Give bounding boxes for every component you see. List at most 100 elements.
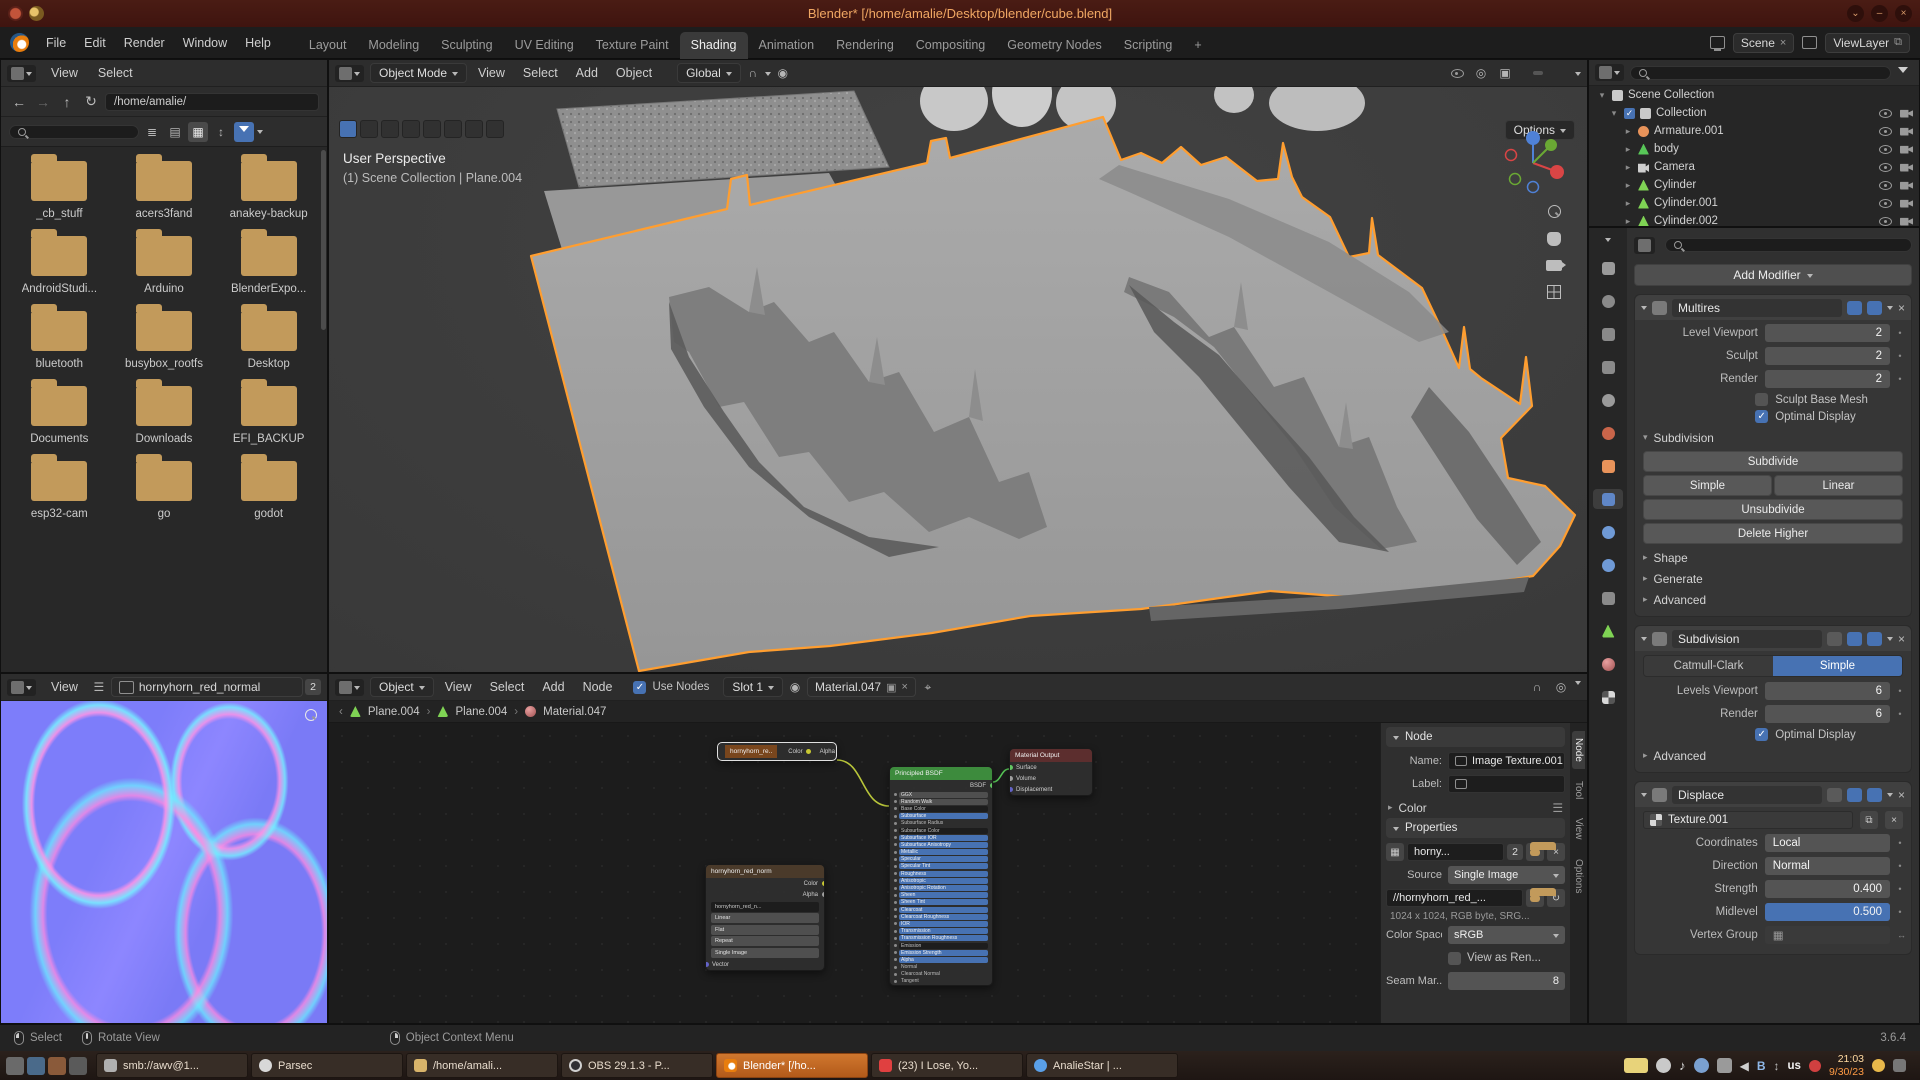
- unsubdivide-button[interactable]: Unsubdivide: [1643, 499, 1903, 520]
- outliner-search-input[interactable]: [1630, 66, 1891, 80]
- image-datablock-selector[interactable]: hornyhorn_red_normal: [111, 677, 303, 697]
- normal-map-canvas[interactable]: [1, 701, 327, 1023]
- bsdf-input-row[interactable]: Anisotropic Rotation: [890, 884, 992, 891]
- taskbar-window-smb[interactable]: smb://awv@1...: [96, 1053, 248, 1078]
- breadcrumb-material[interactable]: Material.047: [543, 706, 606, 718]
- expand-icon[interactable]: ▸: [1623, 198, 1633, 209]
- up-button[interactable]: ↑: [57, 94, 77, 110]
- scene-unlink-icon[interactable]: ×: [1780, 37, 1786, 49]
- extras-chevron-icon[interactable]: [1887, 306, 1893, 313]
- render-camera-icon[interactable]: [1900, 145, 1913, 154]
- sculpt-level-field[interactable]: 2: [1765, 347, 1890, 365]
- browse-material-icon[interactable]: ◉: [785, 677, 805, 697]
- image-name-field[interactable]: hornyhorn_red_n...: [711, 902, 819, 912]
- node-principled-bsdf[interactable]: Principled BSDF BSDF GGX Random Walk Bas…: [889, 766, 993, 986]
- color-socket[interactable]: [822, 881, 826, 886]
- forward-button[interactable]: →: [33, 94, 53, 110]
- notification-badge[interactable]: [1809, 1060, 1821, 1072]
- zoom-icon[interactable]: [305, 709, 317, 721]
- bsdf-input-row[interactable]: Normal: [890, 964, 992, 971]
- workspace-tab[interactable]: Sculpting: [430, 32, 503, 59]
- bsdf-input-row[interactable]: Specular Tint: [890, 863, 992, 870]
- texture-copy-button[interactable]: ⧉: [1860, 811, 1878, 829]
- interpolation-dropdown[interactable]: Linear: [711, 913, 819, 923]
- tool-move-icon[interactable]: [444, 120, 462, 138]
- workspace-tab[interactable]: Shading: [680, 32, 748, 59]
- scene-selector[interactable]: Scene×: [1733, 33, 1794, 53]
- tab-render[interactable]: [1598, 291, 1618, 311]
- image-users-count[interactable]: 2: [1507, 844, 1523, 860]
- clock[interactable]: 21:03 9/30/23: [1829, 1053, 1864, 1078]
- node-material-output[interactable]: Material Output Surface Volume Displacem…: [1009, 748, 1093, 796]
- taskbar-window-obs[interactable]: OBS 29.1.3 - P...: [561, 1053, 713, 1078]
- tab-physics[interactable]: [1598, 555, 1618, 575]
- workspace-tab[interactable]: Geometry Nodes: [996, 32, 1112, 59]
- outliner-row-scene-collection[interactable]: ▾ Scene Collection: [1589, 86, 1919, 104]
- modifier-header[interactable]: Displace ×: [1635, 782, 1911, 807]
- file-browser-scrollbar[interactable]: [321, 150, 326, 330]
- volume-socket[interactable]: [1009, 776, 1013, 781]
- expand-icon[interactable]: ▸: [1623, 144, 1633, 155]
- network-updown-icon[interactable]: ↕: [1774, 1059, 1780, 1073]
- menu-item[interactable]: Render: [115, 33, 174, 53]
- subdivide-linear-button[interactable]: Linear: [1774, 475, 1903, 496]
- shading-options-chevron[interactable]: [1575, 72, 1581, 79]
- bsdf-socket[interactable]: [990, 783, 994, 788]
- bsdf-input-row[interactable]: Tangent: [890, 978, 992, 985]
- toggle-xray-icon[interactable]: ▣: [1495, 63, 1515, 83]
- bsdf-input-row[interactable]: Clearcoat: [890, 906, 992, 913]
- catmull-clark-button[interactable]: Catmull-Clark: [1644, 656, 1773, 676]
- levels-viewport-field[interactable]: 6: [1765, 682, 1890, 700]
- modifier-name[interactable]: Multires: [1672, 299, 1842, 317]
- overlays-icon[interactable]: ◎: [1551, 677, 1571, 697]
- use-nodes-checkbox[interactable]: ✓: [633, 681, 646, 694]
- folder-item[interactable]: Downloads: [112, 386, 217, 445]
- properties-search-input[interactable]: [1665, 238, 1912, 252]
- node-section-header[interactable]: Node: [1386, 727, 1565, 747]
- blender-logo-icon[interactable]: [10, 33, 29, 52]
- hide-eye-icon[interactable]: [1879, 127, 1892, 136]
- tab-node[interactable]: Node: [1572, 731, 1585, 769]
- color-section-header[interactable]: ▸Color☰: [1386, 797, 1565, 818]
- tab-modifiers[interactable]: [1593, 489, 1623, 509]
- folder-item[interactable]: _cb_stuff: [7, 161, 112, 220]
- bsdf-input-row[interactable]: Metallic: [890, 849, 992, 856]
- tab-view-layer[interactable]: [1598, 357, 1618, 377]
- vertex-group-field[interactable]: ▦: [1765, 926, 1890, 944]
- menu-item[interactable]: File: [37, 33, 75, 53]
- optimal-display-checkbox[interactable]: ✓: [1755, 410, 1768, 423]
- music-tray-icon[interactable]: ♪: [1679, 1058, 1686, 1073]
- bsdf-input-row[interactable]: Subsurface Color: [890, 827, 992, 834]
- headset-tray-icon[interactable]: [1656, 1058, 1671, 1073]
- filepath-field[interactable]: //hornyhorn_red_...: [1386, 889, 1523, 907]
- hide-eye-icon[interactable]: [1879, 217, 1892, 226]
- expand-icon[interactable]: ▸: [1623, 126, 1633, 137]
- display-horizontal-list-button[interactable]: ▤: [165, 122, 185, 142]
- tool-select-lasso-icon[interactable]: [402, 120, 420, 138]
- bsdf-input-row[interactable]: Sheen Tint: [890, 899, 992, 906]
- bsdf-input-row[interactable]: GGX: [890, 791, 992, 798]
- folder-item[interactable]: godot: [216, 461, 321, 520]
- tool-tweak-icon[interactable]: [339, 120, 357, 138]
- material-unlink-icon[interactable]: ×: [901, 681, 907, 693]
- color-socket[interactable]: [806, 749, 811, 754]
- orientation-dropdown[interactable]: Global: [677, 63, 741, 83]
- taskbar-window-blender[interactable]: Blender* [/ho...: [716, 1053, 868, 1078]
- menu-item[interactable]: Add: [567, 63, 607, 83]
- modifier-header[interactable]: Subdivision ×: [1635, 626, 1911, 651]
- outliner-filter-button[interactable]: [1893, 63, 1913, 83]
- tab-tool[interactable]: [1598, 258, 1618, 278]
- filter-options-chevron[interactable]: [257, 130, 263, 137]
- file-search-input[interactable]: [9, 125, 139, 139]
- node-image-texture-2[interactable]: hornyhorn_red_norm Color Alpha hornyhorn…: [705, 864, 825, 971]
- material-datablock-selector[interactable]: Material.047 ▣ ×: [807, 677, 916, 697]
- modifier-header[interactable]: Multires ×: [1635, 295, 1911, 320]
- network-globe-icon[interactable]: [1694, 1058, 1709, 1073]
- pan-hand-icon[interactable]: [1547, 232, 1561, 246]
- tab-output[interactable]: [1598, 324, 1618, 344]
- render-camera-icon[interactable]: [1900, 217, 1913, 226]
- tab-world[interactable]: [1598, 423, 1618, 443]
- outliner-row-cylinder-002[interactable]: ▸ Cylinder.002: [1589, 212, 1919, 227]
- extras-chevron-icon[interactable]: [1887, 637, 1893, 644]
- ortho-toggle-icon[interactable]: [1547, 285, 1561, 299]
